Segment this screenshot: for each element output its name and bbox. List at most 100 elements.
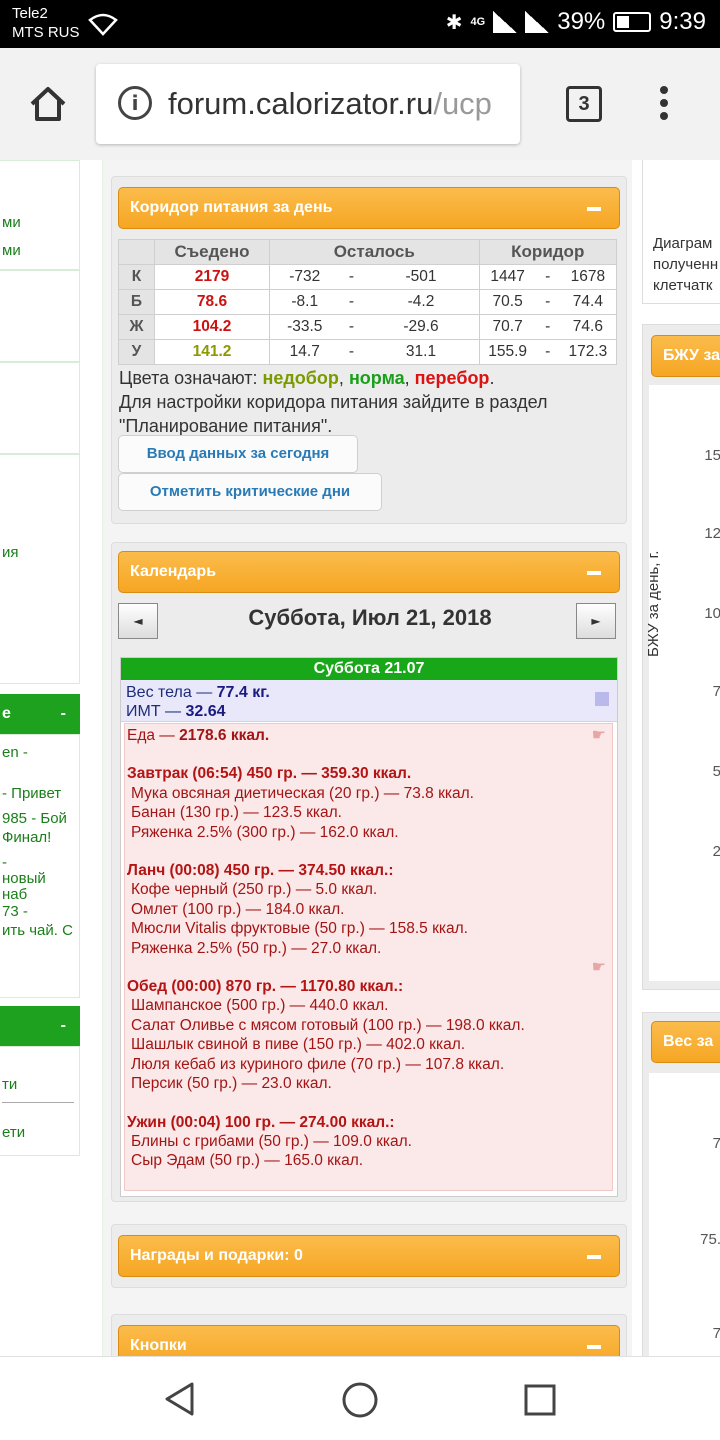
col-corridor: Коридор xyxy=(478,239,617,265)
tabs-button[interactable]: 3 xyxy=(566,86,602,122)
left-links: ти ети xyxy=(0,1046,80,1156)
diagram-text: полученн xyxy=(653,256,719,273)
left-header-text: е xyxy=(2,705,11,722)
left-section-header[interactable]: е - xyxy=(0,694,80,734)
back-icon[interactable] xyxy=(162,1381,198,1417)
corr-max: 74.4 xyxy=(559,289,617,315)
post-line[interactable]: ить чай. С xyxy=(2,921,79,940)
post-line[interactable]: - Привет xyxy=(2,784,79,803)
legend-norm: норма xyxy=(348,368,405,388)
corridor-table: Съедено Осталось Коридор К 2179 -732 - -… xyxy=(118,239,617,365)
buttons-header[interactable]: Кнопки xyxy=(118,1325,620,1356)
meal-item: Мука овсяная диетическая (20 гр.) — 73.8… xyxy=(131,784,474,802)
day-details: Суббота 21.07 Вес тела — 77.4 кг. ИМТ — … xyxy=(120,657,618,1197)
meal-header: Ланч (00:08) 450 гр. — 374.50 ккал.: xyxy=(127,862,394,880)
home-nav-icon[interactable] xyxy=(341,1381,379,1419)
bju-chart-header[interactable]: БЖУ за xyxy=(651,335,720,377)
meal-item: Ряженка 2.5% (300 гр.) — 162.0 ккал. xyxy=(131,823,399,841)
color-legend: Цвета означают: недобор, норма, перебор.… xyxy=(119,366,619,438)
left-section-header-2[interactable]: - xyxy=(0,1006,80,1046)
critical-days-button[interactable]: Отметить критические дни xyxy=(118,473,382,511)
next-day-button[interactable]: ► xyxy=(576,603,616,639)
post-line[interactable]: Финал! xyxy=(2,828,79,847)
left-link[interactable]: ми xyxy=(2,241,79,260)
buttons-title: Кнопки xyxy=(130,1337,187,1354)
collapse-dash-2[interactable]: - xyxy=(61,1006,66,1046)
y-tick: 7 xyxy=(712,683,720,700)
weight-label: Вес тела — xyxy=(126,684,217,701)
collapse-icon[interactable] xyxy=(587,207,601,211)
collapse-dash[interactable]: - xyxy=(61,694,66,734)
status-bar: Tele2 MTS RUS ✱ 4G 39% 9:39 xyxy=(0,0,720,48)
y-tick: 15 xyxy=(704,447,720,464)
signal-icon-2 xyxy=(525,11,550,33)
collapse-icon[interactable] xyxy=(587,571,601,575)
rewards-title: Награды и подарки: 0 xyxy=(130,1247,303,1264)
rewards-header[interactable]: Награды и подарки: 0 xyxy=(118,1235,620,1277)
enter-data-button[interactable]: Ввод данных за сегодня xyxy=(118,435,358,473)
post-line[interactable]: en - xyxy=(2,743,79,762)
prev-day-button[interactable]: ◄ xyxy=(118,603,158,639)
food-total: Еда — 2178.6 ккал. xyxy=(127,726,612,745)
left-block-4: ия xyxy=(0,454,80,684)
corr-min: 70.7 xyxy=(478,314,536,340)
bmi-value: 32.64 xyxy=(185,703,226,720)
legend-prefix: Цвета означают: xyxy=(119,368,263,388)
address-bar[interactable]: i forum.calorizator.ru/ucp xyxy=(96,64,520,144)
left-link[interactable]: ия xyxy=(2,543,79,562)
left-link[interactable]: ти xyxy=(2,1075,74,1103)
range-dash: - xyxy=(339,264,364,290)
meal-item: Кофе черный (250 гр.) — 5.0 ккал. xyxy=(131,881,378,899)
home-icon[interactable] xyxy=(28,84,68,124)
legend-dot: . xyxy=(489,368,495,388)
post-line[interactable]: 73 - xyxy=(2,902,79,921)
hand-icon[interactable]: ☛ xyxy=(592,726,606,745)
collapse-icon[interactable] xyxy=(587,1345,601,1349)
y-tick: 10 xyxy=(704,605,720,622)
post-line[interactable]: 985 - Бой xyxy=(2,809,79,828)
left-min: -33.5 xyxy=(269,314,340,340)
overflow-menu-icon[interactable] xyxy=(658,86,670,126)
food-value: 2178.6 ккал. xyxy=(179,727,270,744)
left-posts: en - - Привет 985 - Бой Финал! - новый н… xyxy=(0,734,80,998)
range-dash: - xyxy=(339,339,364,365)
hand-icon[interactable]: ☛ xyxy=(592,958,606,977)
corr-min: 1447 xyxy=(478,264,536,290)
left-link[interactable]: ми xyxy=(2,213,79,232)
weight-chart-card: Вес за 7 75. 7 xyxy=(642,1012,720,1356)
corridor-header[interactable]: Коридор питания за день xyxy=(118,187,620,229)
carrier-info: Tele2 MTS RUS xyxy=(12,4,80,42)
recents-icon[interactable] xyxy=(523,1383,557,1417)
legend-sep: , xyxy=(404,368,415,388)
center-column: Коридор питания за день Съедено Осталось… xyxy=(102,160,632,1356)
diagram-card: Диаграм полученн клетчатк xyxy=(642,160,720,304)
collapse-icon[interactable] xyxy=(587,1255,601,1259)
eaten-value: 104.2 xyxy=(154,314,270,340)
wifi-call-icon xyxy=(88,13,118,36)
battery-percent: 39% xyxy=(557,8,606,35)
range-dash: - xyxy=(339,289,364,315)
range-dash: - xyxy=(535,339,560,365)
weight-chart-header[interactable]: Вес за xyxy=(651,1021,720,1063)
corr-min: 155.9 xyxy=(478,339,536,365)
eaten-value: 2179 xyxy=(154,264,270,290)
scale-icon[interactable] xyxy=(595,692,609,706)
calendar-header[interactable]: Календарь xyxy=(118,551,620,593)
y-tick: 12 xyxy=(704,525,720,542)
legend-under: недобор xyxy=(262,368,339,388)
left-link[interactable]: ети xyxy=(2,1123,79,1142)
left-min: -732 xyxy=(269,264,340,290)
corridor-panel: Коридор питания за день Съедено Осталось… xyxy=(111,176,627,524)
url-host: forum.calorizator.ru xyxy=(168,86,434,121)
meal-header: Обед (00:00) 870 гр. — 1170.80 ккал.: xyxy=(127,978,404,996)
bju-chart-card: БЖУ за 15 12 10 7 5 2 БЖУ за день, г. xyxy=(642,324,720,990)
row-label: Б xyxy=(118,289,155,315)
y-tick: 75. xyxy=(700,1231,720,1248)
buttons-panel: Кнопки xyxy=(111,1314,627,1356)
y-tick: 7 xyxy=(712,1135,720,1152)
range-dash: - xyxy=(535,264,560,290)
left-max: 31.1 xyxy=(363,339,480,365)
info-icon[interactable]: i xyxy=(118,86,152,120)
url-text[interactable]: forum.calorizator.ru/ucp xyxy=(168,86,492,122)
left-min: 14.7 xyxy=(269,339,340,365)
